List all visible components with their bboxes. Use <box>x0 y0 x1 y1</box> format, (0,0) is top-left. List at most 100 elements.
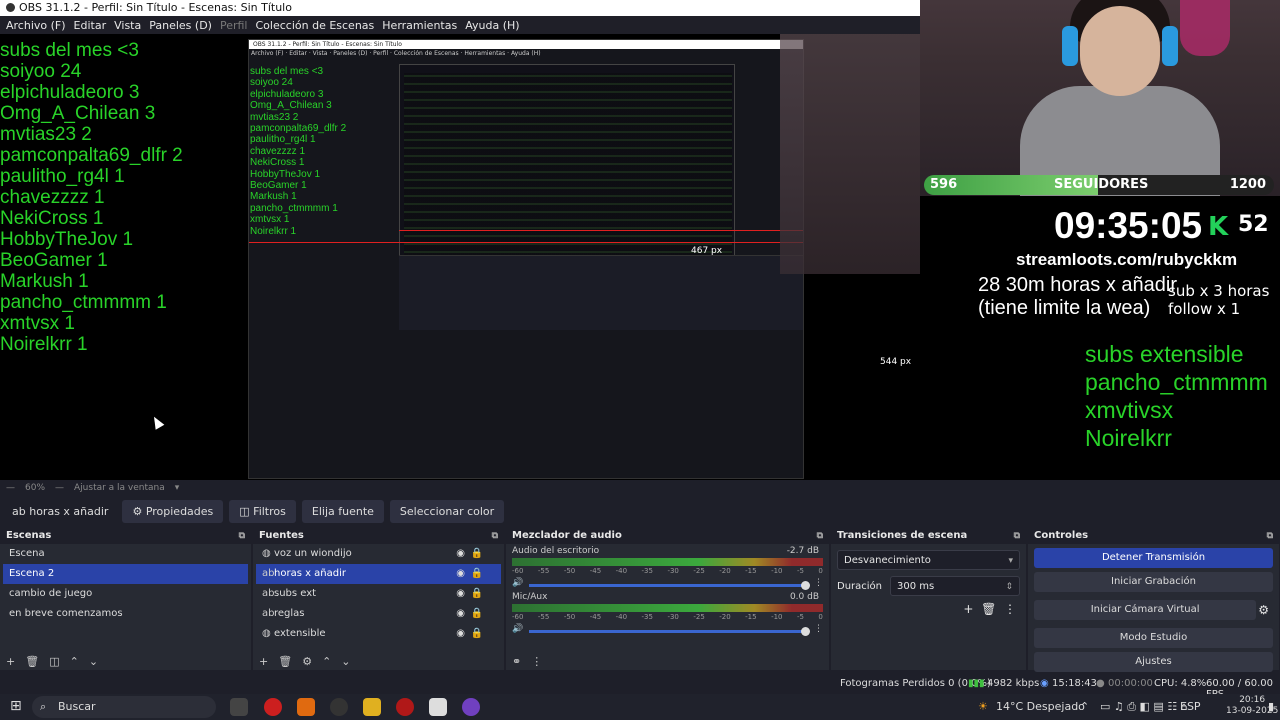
duration-input[interactable]: 300 ms ⇕ <box>890 576 1020 596</box>
visibility-eye-icon[interactable]: ◉ <box>456 604 465 624</box>
windows-start-icon[interactable]: ⊞ <box>10 698 22 714</box>
menu-ayuda[interactable]: Ayuda (H) <box>461 19 523 32</box>
zoom-plus-icon[interactable]: — <box>55 483 64 493</box>
volume-slider[interactable] <box>529 580 810 590</box>
scene-item[interactable]: Escena 2 <box>3 564 248 584</box>
menu-vista[interactable]: Vista <box>110 19 145 32</box>
menu-perfil[interactable]: Perfil <box>216 19 252 32</box>
volume-slider[interactable] <box>529 626 810 636</box>
popout-icon[interactable]: ⧉ <box>1267 528 1273 544</box>
followers-goal: 1200 <box>1229 177 1266 192</box>
popout-icon[interactable]: ⧉ <box>239 528 245 544</box>
move-down-icon[interactable]: ⌄ <box>89 655 98 668</box>
lock-icon[interactable]: 🔒 <box>471 564 483 584</box>
nested-subs-list-item: HobbyTheJov 1 <box>250 168 321 180</box>
store-icon[interactable] <box>429 698 447 716</box>
move-up-icon[interactable]: ⌃ <box>322 655 331 668</box>
discord-icon[interactable] <box>462 698 480 716</box>
trash-icon[interactable]: 🗑 <box>278 655 292 668</box>
add-icon[interactable]: + <box>6 655 15 668</box>
menu-herramientas[interactable]: Herramientas <box>378 19 461 32</box>
headset-left-icon <box>1062 26 1078 66</box>
channel-db: -2.7 dB <box>786 546 819 556</box>
obs-icon[interactable] <box>330 698 348 716</box>
popout-icon[interactable]: ⧉ <box>817 528 823 544</box>
language-indicator[interactable]: ESP <box>1180 700 1201 713</box>
popout-icon[interactable]: ⧉ <box>1014 528 1020 544</box>
scale-tick: -45 <box>589 613 602 621</box>
move-up-icon[interactable]: ⌃ <box>70 655 79 668</box>
menu-coleccion[interactable]: Colección de Escenas <box>252 19 379 32</box>
subs-list-item: Markush 1 <box>0 271 89 292</box>
taskbar-search[interactable]: ⌕ Buscar <box>32 696 216 718</box>
zoom-level[interactable]: 60% <box>25 483 45 493</box>
fit-window-label[interactable]: Ajustar a la ventana <box>74 483 165 493</box>
menu-dots-icon[interactable]: ⋮ <box>531 655 542 668</box>
menu-archivo[interactable]: Archivo (F) <box>2 19 70 32</box>
tray-chevron-icon[interactable]: ⌃ <box>1080 700 1089 713</box>
source-item[interactable]: abreglas ◉ 🔒 <box>256 604 501 624</box>
menu-dots-icon[interactable]: ⋮ <box>1004 602 1016 616</box>
lock-icon[interactable]: 🔒 <box>471 584 483 604</box>
menu-editar[interactable]: Editar <box>70 19 111 32</box>
extensible-list: subs extensible pancho_ctmmmm xmvtivsx Noir… <box>1085 340 1268 452</box>
scene-item[interactable]: cambio de juego <box>3 584 248 604</box>
lock-icon[interactable]: 🔒 <box>471 544 483 564</box>
add-icon[interactable]: + <box>259 655 268 668</box>
link-icon[interactable]: ⚭ <box>512 655 521 668</box>
gear-icon[interactable]: ⚙ <box>1258 603 1269 617</box>
lock-icon[interactable]: 🔒 <box>471 624 483 644</box>
file-explorer-icon[interactable] <box>363 698 381 716</box>
source-item[interactable]: absubs ext ◉ 🔒 <box>256 584 501 604</box>
app-a-icon[interactable] <box>297 698 315 716</box>
lock-icon[interactable]: 🔒 <box>471 604 483 624</box>
speaker-icon[interactable]: 🔊 <box>512 624 523 634</box>
speaker-icon[interactable]: 🔊 <box>512 578 523 588</box>
visibility-eye-icon[interactable]: ◉ <box>456 564 465 584</box>
add-icon[interactable]: + <box>963 602 973 616</box>
subs-list-item: Omg_A_Chilean 3 <box>0 103 156 124</box>
start-recording-button[interactable]: Iniciar Grabación <box>1034 572 1273 592</box>
choose-source-button[interactable]: Elija fuente <box>301 499 384 523</box>
opera-icon[interactable] <box>264 698 282 716</box>
stepper-icon[interactable]: ⇕ <box>1005 577 1013 597</box>
filter-icon[interactable]: ◫ <box>49 655 59 668</box>
select-color-button[interactable]: Seleccionar color <box>389 499 505 523</box>
visibility-eye-icon[interactable]: ◉ <box>456 584 465 604</box>
stop-stream-button[interactable]: Detener Transmisión <box>1034 548 1273 568</box>
filters-button[interactable]: ◫ Filtros <box>229 499 296 523</box>
zoom-dropdown-icon[interactable]: ▾ <box>175 483 180 493</box>
menu-dots-icon[interactable]: ⋮ <box>814 624 823 634</box>
source-item[interactable]: ◍ voz un wiondijo ◉ 🔒 <box>256 544 501 564</box>
popout-icon[interactable]: ⧉ <box>492 528 498 544</box>
app-red-icon[interactable] <box>396 698 414 716</box>
task-view-icon[interactable] <box>230 698 248 716</box>
source-item[interactable]: ◍ extensible ◉ 🔒 <box>256 624 501 644</box>
scale-tick: -5 <box>796 567 804 575</box>
gear-icon[interactable]: ⚙ <box>302 655 312 668</box>
visibility-eye-icon[interactable]: ◉ <box>456 624 465 644</box>
weather-text[interactable]: 14°C Despejado <box>996 700 1085 713</box>
sub-rule1: sub x 3 horas <box>1168 282 1270 300</box>
start-virtualcam-button[interactable]: Iniciar Cámara Virtual <box>1034 600 1257 620</box>
studio-mode-button[interactable]: Modo Estudio <box>1034 628 1273 648</box>
properties-button[interactable]: ⚙ Propiedades <box>122 499 224 523</box>
scale-tick: -35 <box>641 567 653 575</box>
notification-icon[interactable]: ▮ <box>1268 700 1274 713</box>
scale-tick: -15 <box>745 613 757 621</box>
trash-icon[interactable]: 🗑 <box>25 655 39 668</box>
source-item[interactable]: abhoras x añadir ◉ 🔒 <box>256 564 501 584</box>
scene-item[interactable]: Escena <box>3 544 248 564</box>
move-down-icon[interactable]: ⌄ <box>341 655 350 668</box>
settings-button[interactable]: Ajustes <box>1034 652 1273 672</box>
mixer-title: Mezclador de audio ⧉ <box>506 528 829 544</box>
trash-icon[interactable]: 🗑 <box>981 602 996 616</box>
visibility-eye-icon[interactable]: ◉ <box>456 544 465 564</box>
tray-icons[interactable]: ▭ ♫ ⎙ ◧ ▤ ☷ ⌂ <box>1100 700 1188 714</box>
scene-item[interactable]: en breve comenzamos <box>3 604 248 624</box>
transition-select[interactable]: Desvanecimiento ▾ <box>837 550 1020 570</box>
menu-dots-icon[interactable]: ⋮ <box>814 578 823 588</box>
menu-paneles[interactable]: Paneles (D) <box>145 19 216 32</box>
zoom-minus-icon[interactable]: — <box>6 483 15 493</box>
scale-tick: -50 <box>563 613 576 621</box>
